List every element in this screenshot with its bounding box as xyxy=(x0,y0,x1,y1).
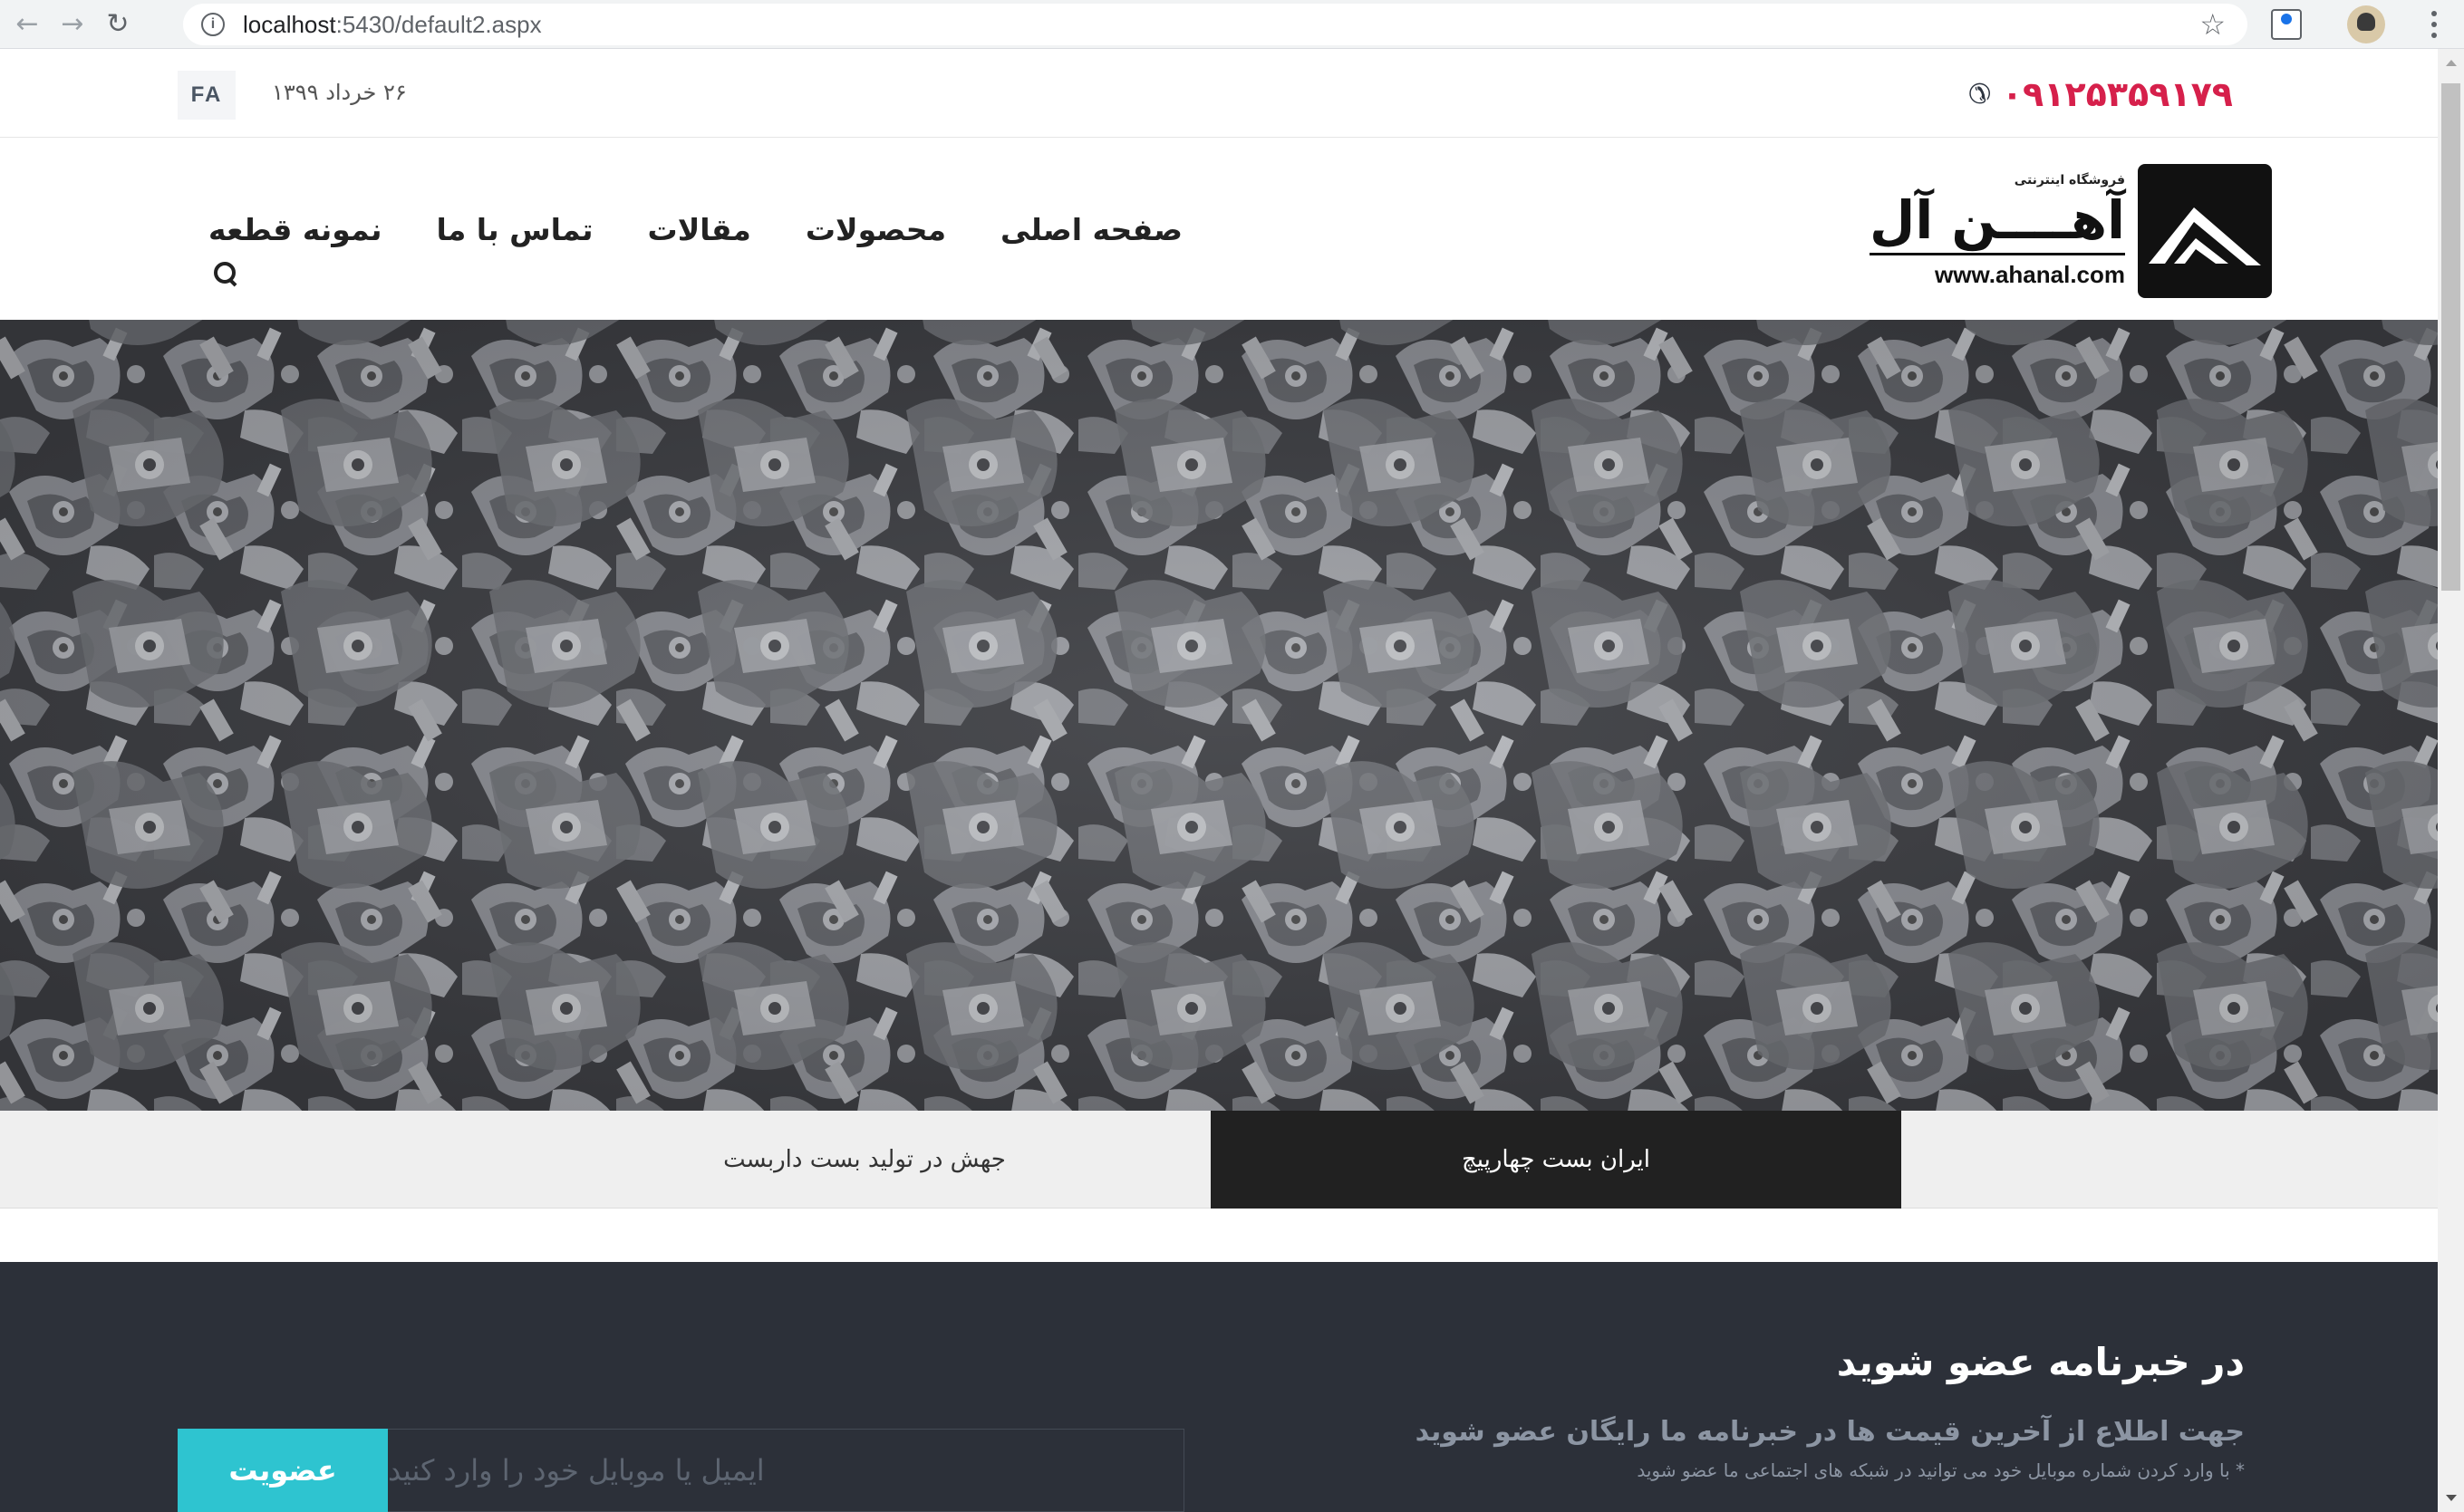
newsletter-description: جهت اطلاع از آخرین قیمت ها در خبرنامه ما… xyxy=(1415,1416,2245,1448)
phone-contact[interactable]: ✆ ۰۹۱۲۵۳۵۹۱۷۹ xyxy=(1968,74,2233,114)
url-path: :5430/default2.aspx xyxy=(335,10,542,38)
menu-item-articles[interactable]: مقالات xyxy=(648,212,751,247)
current-date: ۲۶ خرداد ۱۳۹۹ xyxy=(272,80,407,105)
menu-item-samples[interactable]: نمونه قطعه xyxy=(208,212,382,247)
slider-tabs: ایران بست چهارپیچ جهش در تولید بست داربس… xyxy=(0,1111,2438,1209)
menu-item-contact[interactable]: تماس با ما xyxy=(437,212,594,247)
page-scrollbar[interactable] xyxy=(2438,49,2464,1512)
logo-name: آهــــن آل xyxy=(1870,188,2125,255)
site-logo[interactable]: فروشگاه اینترنتی آهــــن آل www.ahanal.c… xyxy=(1870,164,2272,298)
language-switch[interactable]: FA xyxy=(178,71,236,120)
address-bar[interactable]: i localhost:5430/default2.aspx ☆ xyxy=(183,4,2247,45)
newsletter-input[interactable]: ایمیل یا موبایل خود را وارد کنید xyxy=(387,1429,1184,1512)
forward-arrow-icon[interactable]: → xyxy=(54,6,91,43)
menu-item-home[interactable]: صفحه اصلی xyxy=(1000,212,1183,247)
logo-mark-icon xyxy=(2138,164,2272,298)
newsletter-input-placeholder: ایمیل یا موبایل خود را وارد کنید xyxy=(388,1453,765,1488)
newsletter-title: در خبرنامه عضو شوید xyxy=(1836,1340,2245,1384)
top-bar: FA ۲۶ خرداد ۱۳۹۹ ✆ ۰۹۱۲۵۳۵۹۱۷۹ xyxy=(0,49,2438,138)
scroll-down-icon[interactable] xyxy=(2446,1495,2457,1501)
profile-avatar[interactable] xyxy=(2347,5,2385,43)
logo-url: www.ahanal.com xyxy=(1935,261,2125,288)
logo-text: فروشگاه اینترنتی آهــــن آل www.ahanal.c… xyxy=(1870,173,2125,289)
hero-banner-image xyxy=(0,320,2438,1111)
menu-item-products[interactable]: محصولات xyxy=(806,212,946,247)
main-menu: صفحه اصلی محصولات مقالات تماس با ما نمون… xyxy=(208,139,1183,320)
url-host: localhost xyxy=(243,10,336,38)
search-icon[interactable] xyxy=(212,260,239,287)
logo-tagline: فروشگاه اینترنتی xyxy=(2014,173,2125,188)
bookmark-star-icon[interactable]: ☆ xyxy=(2199,7,2226,42)
site-info-icon[interactable]: i xyxy=(201,13,225,36)
tab-jahesh[interactable]: جهش در تولید بست داربست xyxy=(518,1111,1211,1209)
newsletter-section: در خبرنامه عضو شوید جهت اطلاع از آخرین ق… xyxy=(0,1262,2438,1512)
browser-toolbar: ← → ↻ i localhost:5430/default2.aspx ☆ xyxy=(0,0,2464,49)
phone-number[interactable]: ۰۹۱۲۵۳۵۹۱۷۹ xyxy=(2002,74,2233,114)
page-content: FA ۲۶ خرداد ۱۳۹۹ ✆ ۰۹۱۲۵۳۵۹۱۷۹ فروشگاه ا… xyxy=(0,49,2438,1512)
phone-icon: ✆ xyxy=(1967,78,1991,111)
scroll-up-icon[interactable] xyxy=(2446,60,2457,66)
extension-icon[interactable] xyxy=(2271,9,2302,40)
scrollbar-thumb[interactable] xyxy=(2441,83,2460,591)
reload-icon[interactable]: ↻ xyxy=(100,6,136,43)
newsletter-note: * با وارد کردن شماره موبایل خود می توانی… xyxy=(1637,1459,2245,1481)
subscribe-button[interactable]: عضویت xyxy=(178,1429,388,1512)
tab-iran-bast[interactable]: ایران بست چهارپیچ xyxy=(1211,1111,1901,1209)
browser-menu-icon[interactable] xyxy=(2431,11,2437,38)
back-arrow-icon[interactable]: ← xyxy=(9,6,45,43)
site-header: فروشگاه اینترنتی آهــــن آل www.ahanal.c… xyxy=(0,139,2438,320)
